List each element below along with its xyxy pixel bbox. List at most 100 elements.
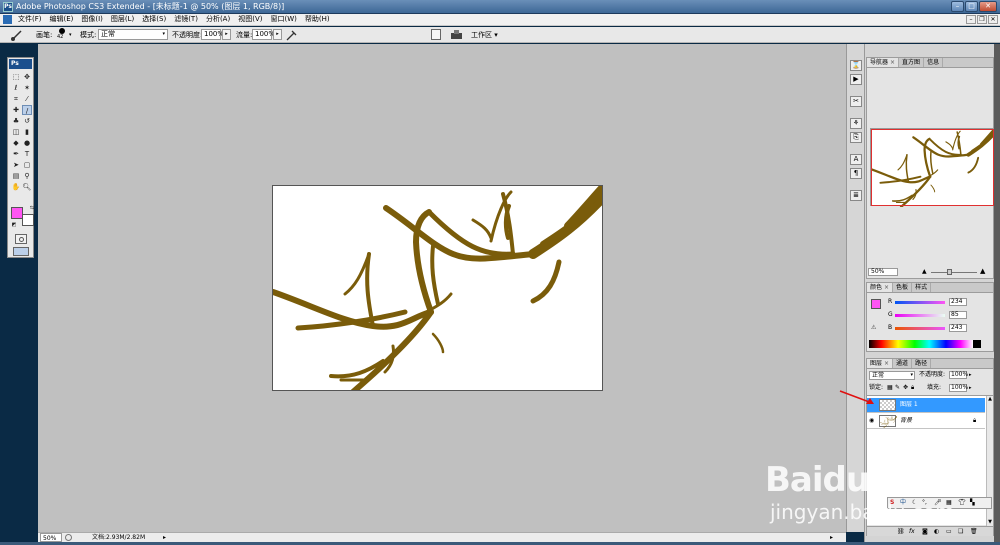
move-tool-icon[interactable]: ✥ (22, 72, 32, 82)
folder-icon[interactable]: ▭ (946, 528, 952, 536)
scroll-down-icon[interactable]: ▼ (987, 519, 993, 526)
stamp-tool-icon[interactable]: ♣ (11, 116, 21, 126)
layer-opacity-input[interactable]: 100% (949, 371, 968, 379)
workspace-menu-button[interactable]: 工作区 ▾ (471, 30, 498, 40)
navigator-preview[interactable] (869, 127, 997, 209)
opacity-slider-button[interactable]: ▸ (222, 29, 231, 40)
path-select-icon[interactable]: ➤ (11, 160, 21, 170)
layer-row[interactable]: ◉ 背景 🔒︎ (867, 414, 985, 429)
zoom-tool-icon[interactable]: 🔍︎ (22, 182, 32, 192)
character-panel-icon[interactable]: A (850, 154, 862, 165)
navigator-zoom-input[interactable]: 50% (868, 268, 898, 276)
flow-input[interactable]: 100% (252, 29, 275, 40)
chevron-down-icon[interactable]: ▾ (69, 30, 72, 40)
history-brush-icon[interactable]: ↺ (22, 116, 32, 126)
brush-tool-icon[interactable]: / (22, 105, 32, 115)
background-color-swatch[interactable] (22, 214, 34, 226)
mode-select[interactable]: 正常 ▾ (98, 29, 168, 40)
healing-brush-icon[interactable]: ✚ (11, 105, 21, 115)
tab-layers[interactable]: 图层 × (867, 359, 894, 368)
menu-edit[interactable]: 编辑(E) (46, 14, 78, 25)
minimize-button[interactable]: – (951, 1, 964, 12)
menu-file[interactable]: 文件(F) (14, 14, 46, 25)
scroll-up-icon[interactable]: ▲ (987, 396, 993, 403)
menu-filter[interactable]: 滤镜(T) (170, 14, 202, 25)
menu-analysis[interactable]: 分析(A) (202, 14, 234, 25)
doc-minimize-button[interactable]: – (966, 15, 976, 24)
menu-layer[interactable]: 图层(L) (107, 14, 138, 25)
eraser-tool-icon[interactable]: ◫ (11, 127, 21, 137)
status-menu-arrow-icon[interactable]: ▸ (163, 533, 166, 542)
dodge-tool-icon[interactable]: ● (22, 138, 32, 148)
new-layer-icon[interactable]: ❏ (958, 528, 963, 536)
blend-mode-select[interactable]: 正常 ▾ (869, 371, 915, 380)
eyedropper-icon[interactable]: ⚲ (22, 171, 32, 181)
status-icon[interactable] (65, 534, 72, 541)
tab-color[interactable]: 颜色 × (867, 283, 894, 292)
shape-tool-icon[interactable]: ▢ (22, 160, 32, 170)
flow-slider-button[interactable]: ▸ (273, 29, 282, 40)
trash-icon[interactable]: 🗑︎ (970, 528, 978, 536)
zoom-input[interactable]: 50% (40, 533, 62, 542)
type-tool-icon[interactable]: T (22, 149, 32, 159)
fill-arrow-icon[interactable]: ▸ (969, 384, 972, 392)
zoom-in-icon[interactable]: ▲ (980, 267, 985, 275)
ime-tools-icon[interactable]: ▚ (970, 499, 975, 507)
gamut-warning-icon[interactable]: ⚠ (871, 324, 876, 332)
notes-tool-icon[interactable]: ▤ (11, 171, 21, 181)
airbrush-icon[interactable] (286, 29, 298, 41)
fill-input[interactable]: 100% (949, 384, 968, 392)
foreground-color-swatch[interactable] (11, 207, 23, 219)
blue-slider[interactable] (895, 327, 945, 330)
pen-tool-icon[interactable]: ✒ (11, 149, 21, 159)
lock-all-icon[interactable]: 🔒︎ (911, 384, 914, 392)
marquee-tool-icon[interactable]: ⬚ (11, 72, 21, 82)
screen-mode-icon[interactable] (13, 247, 29, 256)
tab-swatches[interactable]: 色板 (893, 283, 913, 292)
opacity-input[interactable]: 100% (201, 29, 224, 40)
slice-tool-icon[interactable]: ⁄ (22, 94, 32, 104)
scroll-right-icon[interactable]: ▸ (830, 533, 833, 542)
lasso-tool-icon[interactable]: ℓ (11, 83, 21, 93)
magic-wand-icon[interactable]: ✶ (22, 83, 32, 93)
opacity-arrow-icon[interactable]: ▸ (969, 371, 972, 379)
swap-colors-icon[interactable]: ⇆ (27, 203, 37, 213)
blur-tool-icon[interactable]: ◆ (11, 138, 21, 148)
menu-view[interactable]: 视图(V) (234, 14, 266, 25)
tab-channels[interactable]: 通道 (893, 359, 913, 368)
tab-info[interactable]: 信息 (924, 58, 944, 67)
tab-styles[interactable]: 样式 (912, 283, 932, 292)
brush-preset-picker[interactable]: 42 (56, 28, 68, 42)
brush-tool-icon[interactable] (10, 29, 26, 41)
brushes-palette-icon[interactable] (431, 29, 441, 40)
crop-tool-icon[interactable]: ⌗ (11, 94, 21, 104)
zoom-out-icon[interactable]: ▲ (922, 268, 927, 275)
navigator-zoom-slider[interactable] (931, 272, 977, 273)
actions-panel-icon[interactable]: ▶ (850, 74, 862, 85)
gradient-tool-icon[interactable]: ▮ (22, 127, 32, 137)
close-icon[interactable]: × (890, 59, 895, 66)
quick-mask-icon[interactable] (15, 234, 27, 244)
menu-image[interactable]: 图像(I) (77, 14, 107, 25)
lock-position-icon[interactable]: ✥ (903, 384, 908, 392)
paragraph-panel-icon[interactable]: ¶ (850, 168, 862, 179)
tool-presets-icon[interactable]: ✂ (850, 96, 862, 107)
green-value-input[interactable]: 85 (949, 311, 967, 319)
menu-window[interactable]: 窗口(W) (266, 14, 300, 25)
menu-help[interactable]: 帮助(H) (301, 14, 334, 25)
doc-restore-button[interactable]: ❐ (977, 15, 987, 24)
red-slider[interactable] (895, 301, 945, 304)
layer-comps-icon[interactable]: ≣ (850, 190, 862, 201)
close-button[interactable]: ✕ (979, 1, 997, 12)
doc-close-button[interactable]: ✕ (988, 15, 998, 24)
default-colors-icon[interactable]: ◩ (9, 220, 19, 230)
history-panel-icon[interactable]: ⌛ (850, 60, 862, 71)
color-ramp[interactable] (869, 340, 973, 348)
black-swatch[interactable] (973, 340, 981, 348)
tab-paths[interactable]: 路径 (912, 359, 932, 368)
layer-row[interactable]: ● 图层 1 (867, 398, 985, 413)
menu-select[interactable]: 选择(S) (138, 14, 170, 25)
blue-value-input[interactable]: 243 (949, 324, 967, 332)
clone-source-icon[interactable]: ⎘ (850, 132, 862, 143)
tab-histogram[interactable]: 直方图 (899, 58, 925, 67)
